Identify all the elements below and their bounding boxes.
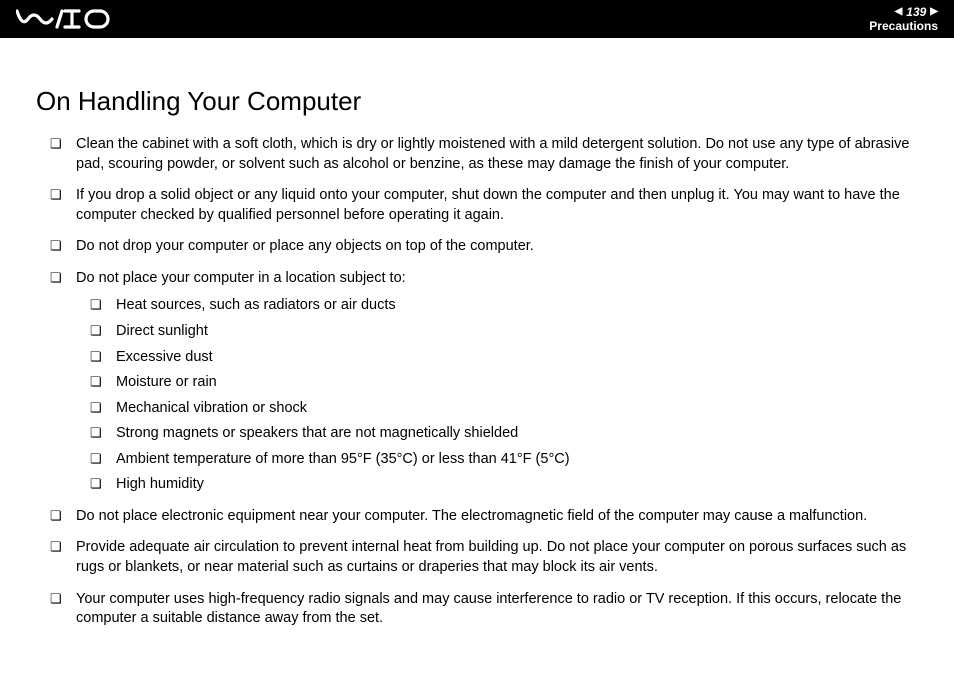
precautions-list: Clean the cabinet with a soft cloth, whi… <box>36 135 918 629</box>
list-item: Clean the cabinet with a soft cloth, whi… <box>50 135 918 174</box>
sub-list: Heat sources, such as radiators or air d… <box>76 296 918 495</box>
prev-page-arrow[interactable]: ◀ <box>895 6 903 18</box>
list-item: Strong magnets or speakers that are not … <box>90 424 918 444</box>
list-item-text: Do not place your computer in a location… <box>76 270 406 286</box>
page-nav: ◀ 139 ▶ <box>869 5 938 19</box>
list-item: Mechanical vibration or shock <box>90 399 918 419</box>
section-label: Precautions <box>869 19 938 33</box>
list-item: Heat sources, such as radiators or air d… <box>90 296 918 316</box>
page-content: On Handling Your Computer Clean the cabi… <box>0 38 954 661</box>
list-item: Do not place electronic equipment near y… <box>50 507 918 527</box>
list-item: High humidity <box>90 475 918 495</box>
list-item: Do not place your computer in a location… <box>50 269 918 495</box>
next-page-arrow[interactable]: ▶ <box>930 6 938 18</box>
vaio-logo <box>16 9 112 29</box>
list-item: Do not drop your computer or place any o… <box>50 237 918 257</box>
list-item: Direct sunlight <box>90 322 918 342</box>
list-item: Moisture or rain <box>90 373 918 393</box>
list-item: If you drop a solid object or any liquid… <box>50 186 918 225</box>
list-item: Provide adequate air circulation to prev… <box>50 538 918 577</box>
list-item: Excessive dust <box>90 348 918 368</box>
list-item: Ambient temperature of more than 95°F (3… <box>90 450 918 470</box>
list-item: Your computer uses high-frequency radio … <box>50 590 918 629</box>
page-number: 139 <box>906 5 926 19</box>
page-header: ◀ 139 ▶ Precautions <box>0 0 954 38</box>
header-right: ◀ 139 ▶ Precautions <box>869 5 938 34</box>
page-title: On Handling Your Computer <box>36 86 918 117</box>
